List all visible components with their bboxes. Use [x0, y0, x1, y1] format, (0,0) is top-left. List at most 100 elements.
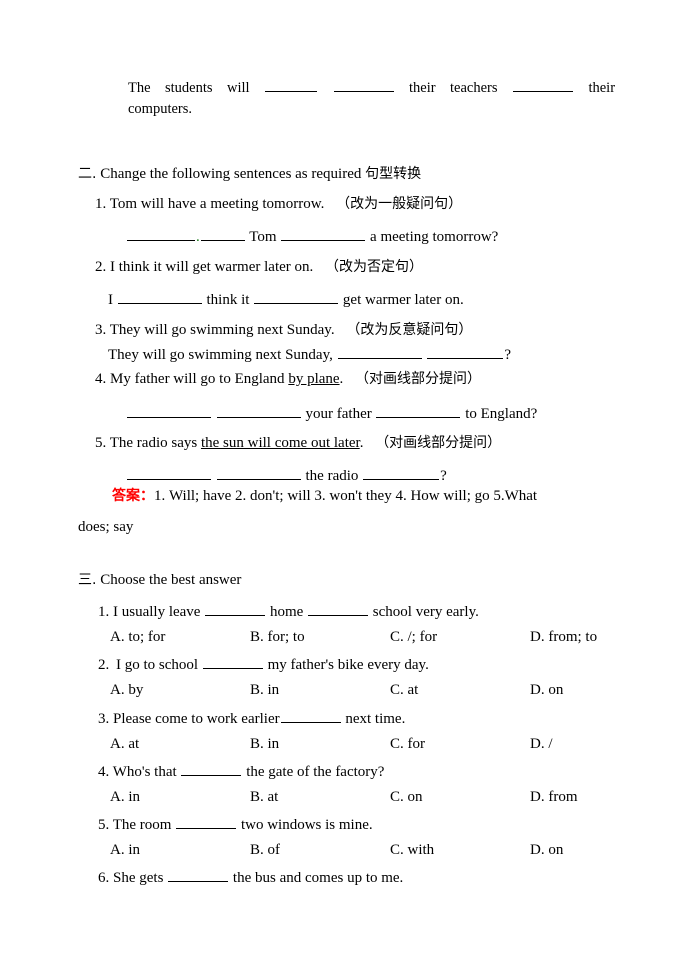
s2-question-5-answer-line: the radio ?	[126, 466, 447, 486]
s2-question-3-answer-line: They will go swimming next Sunday, ?	[108, 345, 511, 365]
s2-q2-tail: get warmer later on.	[342, 292, 464, 308]
s3-q3-option-d[interactable]: D. /	[530, 735, 553, 754]
answer-key-line-2: does; say	[78, 519, 134, 535]
s3-q3-option-b[interactable]: B. in	[250, 735, 279, 754]
s2-question-5-prompt: 5. The radio says the sun will come out …	[95, 434, 501, 453]
s3-q3-option-c[interactable]: C. for	[390, 735, 425, 754]
s2-q5-instruction: （对画线部分提问）	[375, 435, 502, 451]
s3-q1-blank-1[interactable]	[205, 602, 266, 616]
s2-q1-tail: a meeting tomorrow?	[370, 229, 499, 245]
s3-q5-option-c[interactable]: C. with	[390, 841, 434, 860]
s3-q4-option-d[interactable]: D. from	[530, 788, 578, 807]
s3-q6-number: 6.	[98, 870, 110, 886]
s2-q1-instruction: （改为一般疑问句）	[336, 196, 463, 212]
section-3-title-en: Choose the best answer	[100, 572, 242, 588]
s3-q4-blank-1[interactable]	[181, 762, 242, 776]
s3-q4-text-after: the gate of the factory?	[246, 764, 385, 780]
s2-q1-number: 1.	[95, 196, 107, 212]
s2-q3-blank-1[interactable]	[337, 345, 422, 359]
s2-q5-blank-1[interactable]	[127, 466, 211, 480]
worksheet-page: The students will their teachers their c…	[0, 0, 688, 971]
s2-q3-sentence: They will go swimming next Sunday.	[109, 322, 335, 338]
s2-q3-instruction: （改为反意疑问句）	[346, 322, 473, 338]
intro-word-the: The	[128, 80, 151, 96]
s3-q1-option-a[interactable]: A. to; for	[110, 628, 165, 647]
s3-question-4-prompt: 4. Who's that the gate of the factory?	[98, 762, 384, 782]
s2-question-4-answer-line: your father to England?	[126, 404, 537, 424]
intro-blank-3[interactable]	[513, 78, 573, 92]
intro-blank-2[interactable]	[333, 78, 394, 92]
s2-q2-blank-1[interactable]	[117, 290, 202, 304]
intro-word-their-2: their	[588, 80, 616, 96]
s3-q1-text-after: school very early.	[372, 604, 479, 620]
s2-q1-blank-2[interactable]	[200, 227, 245, 241]
section-2-number: 二.	[78, 166, 97, 182]
intro-word-students: students	[165, 80, 213, 96]
s3-q2-number: 2.	[98, 657, 110, 673]
section-2-title-en: Change the following sentences as requir…	[100, 166, 362, 182]
answer-key-label: 答案：	[112, 488, 154, 504]
s3-q4-option-c[interactable]: C. on	[390, 788, 423, 807]
s2-q5-blank-2[interactable]	[216, 466, 301, 480]
s3-q3-option-a[interactable]: A. at	[110, 735, 139, 754]
intro-word-teachers: teachers	[450, 80, 498, 96]
s3-question-2-prompt: 2. I go to school my father's bike every…	[98, 655, 429, 675]
s3-q2-option-a[interactable]: A. by	[110, 681, 143, 700]
s2-q5-number: 5.	[95, 435, 107, 451]
s3-q2-blank-1[interactable]	[202, 655, 263, 669]
s3-q1-option-b[interactable]: B. for; to	[250, 628, 305, 647]
s2-q4-number: 4.	[95, 371, 107, 387]
s2-q2-instruction: （改为否定句）	[325, 259, 424, 275]
s2-q1-blank-1[interactable]	[127, 227, 195, 241]
s3-q2-text-after: my father's bike every day.	[267, 657, 429, 673]
s3-q1-text-before: I usually leave	[113, 604, 201, 620]
s3-q6-blank-1[interactable]	[168, 868, 229, 882]
s2-q1-sentence: Tom will have a meeting tomorrow.	[109, 196, 325, 212]
s3-q5-number: 5.	[98, 817, 110, 833]
s3-question-3-prompt: 3. Please come to work earlier next time…	[98, 709, 405, 729]
s2-q3-number: 3.	[95, 322, 107, 338]
s2-q5-underlined: the sun will come out later	[200, 435, 360, 451]
s3-q1-option-c[interactable]: C. /; for	[390, 628, 437, 647]
s2-q5-blank-3[interactable]	[363, 466, 440, 480]
s2-q4-blank-2[interactable]	[216, 404, 301, 418]
s2-q4-blank-3[interactable]	[376, 404, 461, 418]
section-3-heading: 三. Choose the best answer	[78, 570, 241, 590]
s3-q5-option-a[interactable]: A. in	[110, 841, 140, 860]
s2-q5-sentence-after: .	[359, 435, 364, 451]
s2-question-1-answer-line: . Tom a meeting tomorrow?	[126, 227, 498, 247]
s2-q2-word-i: I	[108, 292, 113, 308]
s3-q1-text-mid: home	[269, 604, 304, 620]
s3-q4-option-a[interactable]: A. in	[110, 788, 140, 807]
s3-q5-option-d[interactable]: D. on	[530, 841, 563, 860]
s3-q3-blank-1[interactable]	[280, 709, 341, 723]
s2-q2-mid: think it	[206, 292, 250, 308]
s2-q3-head: They will go swimming next Sunday,	[108, 347, 333, 363]
s3-q1-blank-2[interactable]	[308, 602, 369, 616]
s3-q4-option-b[interactable]: B. at	[250, 788, 278, 807]
s2-question-3-prompt: 3. They will go swimming next Sunday. （改…	[95, 321, 472, 340]
answer-key-line-1: 答案：1. Will; have 2. don't; will 3. won't…	[112, 487, 537, 506]
s3-q2-option-b[interactable]: B. in	[250, 681, 279, 700]
s3-q2-option-c[interactable]: C. at	[390, 681, 418, 700]
section-2-title-cn: 句型转换	[365, 166, 422, 182]
s3-q5-option-b[interactable]: B. of	[250, 841, 280, 860]
s2-q2-blank-2[interactable]	[254, 290, 339, 304]
s2-q4-tail: to England?	[465, 406, 538, 422]
s2-q2-number: 2.	[95, 259, 107, 275]
intro-blank-1[interactable]	[265, 78, 318, 92]
s2-q3-blank-2[interactable]	[427, 345, 504, 359]
s2-q5-sentence-before: The radio says	[109, 435, 198, 451]
s3-q2-text-before: I go to school	[116, 657, 199, 673]
s3-q2-option-d[interactable]: D. on	[530, 681, 563, 700]
s2-q4-blank-1[interactable]	[127, 404, 211, 418]
s2-q1-blank-3[interactable]	[281, 227, 366, 241]
s2-q2-sentence: I think it will get warmer later on.	[110, 259, 314, 275]
section-2-heading: 二. Change the following sentences as req…	[78, 164, 421, 184]
s3-q1-option-d[interactable]: D. from; to	[530, 628, 597, 647]
s2-q5-mid: the radio	[305, 468, 359, 484]
s3-q5-blank-1[interactable]	[176, 815, 237, 829]
s3-question-5-prompt: 5. The room two windows is mine.	[98, 815, 373, 835]
intro-paragraph: The students will their teachers their c…	[128, 78, 615, 119]
intro-word-their-1: their	[408, 80, 436, 96]
